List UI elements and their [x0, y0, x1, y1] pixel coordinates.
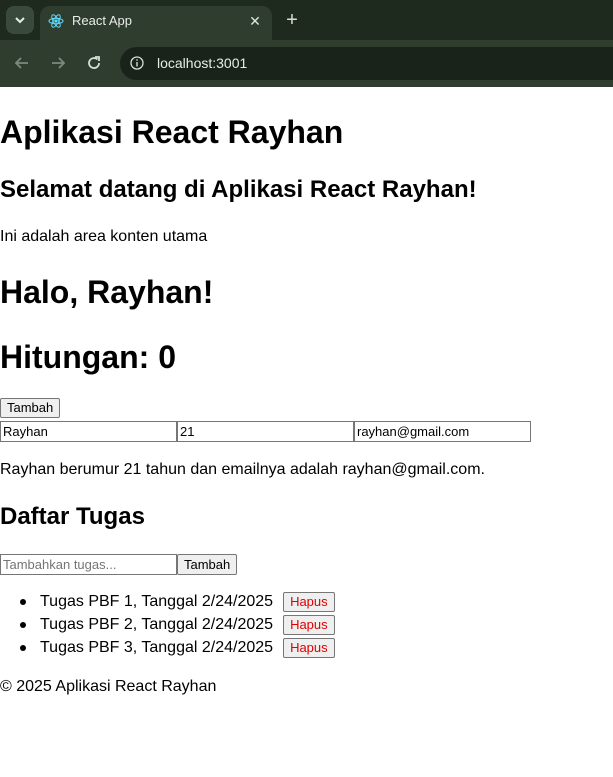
content-text: Ini adalah area konten utama: [0, 228, 208, 245]
task-input[interactable]: [0, 554, 177, 575]
tasks-heading: Daftar Tugas: [0, 503, 145, 530]
task-item: Tugas PBF 3, Tanggal 2/24/2025 Hapus: [0, 638, 335, 661]
tab-title: React App: [72, 13, 132, 28]
welcome-heading: Selamat datang di Aplikasi React Rayhan!: [0, 176, 477, 203]
info-icon[interactable]: [130, 56, 144, 70]
reload-icon[interactable]: [83, 52, 105, 74]
task-text: Tugas PBF 3, Tanggal 2/24/2025: [40, 639, 274, 656]
task-item: Tugas PBF 2, Tanggal 2/24/2025 Hapus: [0, 615, 335, 638]
address-bar[interactable]: localhost:3001: [120, 47, 613, 80]
bullet-icon: [20, 599, 26, 605]
tab-search-button[interactable]: [6, 6, 34, 34]
task-text: Tugas PBF 2, Tanggal 2/24/2025: [40, 616, 274, 633]
email-field[interactable]: [354, 421, 531, 442]
new-tab-plus-icon[interactable]: +: [282, 9, 302, 31]
page-footer: © 2025 Aplikasi React Rayhan: [0, 678, 217, 695]
browser-tab[interactable]: React App ✕: [40, 6, 272, 40]
add-task-button[interactable]: Tambah: [177, 554, 238, 575]
counter-heading: Hitungan: 0: [0, 339, 176, 375]
react-logo-icon: [48, 14, 64, 28]
delete-task-button[interactable]: Hapus: [283, 592, 335, 612]
user-summary: Rayhan berumur 21 tahun dan emailnya ada…: [0, 461, 485, 478]
increment-button[interactable]: Tambah: [0, 398, 61, 418]
delete-task-button[interactable]: Hapus: [283, 615, 335, 635]
task-list: Tugas PBF 1, Tanggal 2/24/2025 Hapus Tuga…: [0, 592, 335, 661]
name-field[interactable]: [0, 421, 177, 442]
age-field[interactable]: [177, 421, 354, 442]
bullet-icon: [20, 645, 26, 651]
back-arrow-icon[interactable]: [11, 52, 33, 74]
app-title: Aplikasi React Rayhan: [0, 114, 344, 150]
url-text: localhost:3001: [157, 55, 248, 71]
task-text: Tugas PBF 1, Tanggal 2/24/2025: [40, 593, 274, 610]
delete-task-button[interactable]: Hapus: [283, 638, 335, 658]
task-item: Tugas PBF 1, Tanggal 2/24/2025 Hapus: [0, 592, 335, 615]
close-icon[interactable]: ✕: [246, 12, 264, 30]
chevron-down-icon: [15, 17, 25, 24]
browser-tabstrip: React App ✕ +: [0, 0, 613, 40]
greeting-heading: Halo, Rayhan!: [0, 274, 214, 310]
forward-arrow-icon[interactable]: [47, 52, 69, 74]
bullet-icon: [20, 622, 26, 628]
browser-toolbar: localhost:3001: [0, 40, 613, 87]
